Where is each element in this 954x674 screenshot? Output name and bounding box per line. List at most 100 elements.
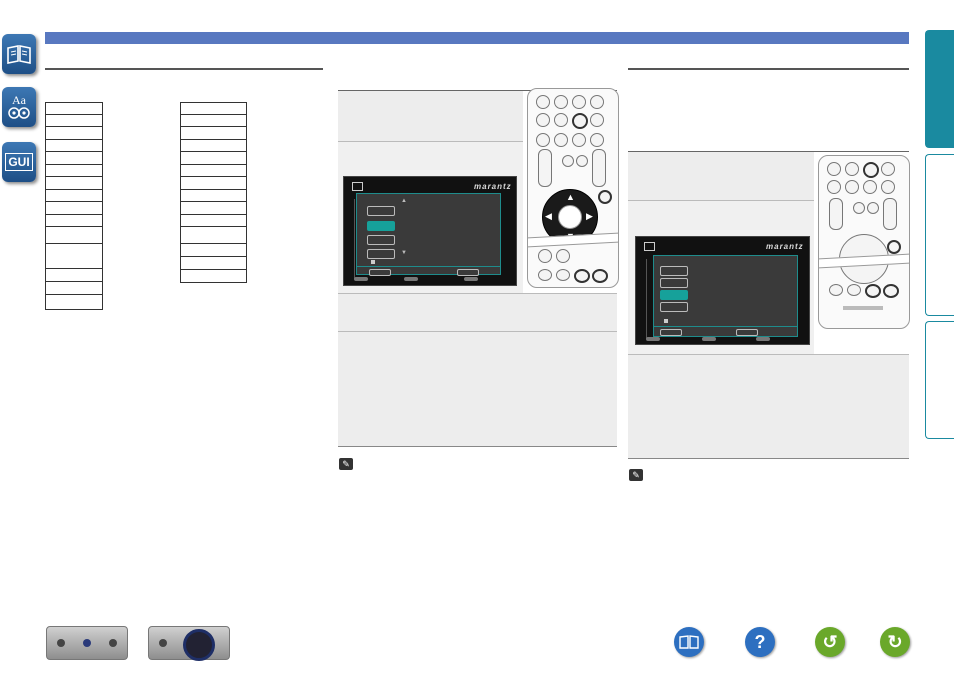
tv-screen-right: marantz <box>635 236 810 345</box>
remote-button[interactable] <box>538 249 552 263</box>
screen-footer-btn <box>404 277 418 281</box>
remote-button[interactable] <box>572 133 586 147</box>
step-3-right <box>628 354 909 459</box>
right-tab-active[interactable] <box>925 30 954 148</box>
table-b-cell <box>180 151 247 165</box>
remote-button[interactable] <box>867 202 879 214</box>
cursor-left-icon: ◀ <box>545 211 552 221</box>
dialog-ok-button[interactable] <box>369 269 391 276</box>
remote-button[interactable] <box>572 95 586 109</box>
search-info-button[interactable] <box>887 240 901 254</box>
remote-button[interactable] <box>536 133 550 147</box>
remote-button[interactable] <box>556 269 570 281</box>
step-4 <box>338 331 617 447</box>
forward-glyph: ↻ <box>887 631 903 652</box>
tuner-button[interactable] <box>863 162 879 178</box>
dialog-option[interactable] <box>660 266 688 276</box>
table-a-cell <box>45 268 103 282</box>
remote-button[interactable] <box>562 155 574 167</box>
dialog-divider <box>654 326 797 327</box>
search-info-button[interactable] <box>598 190 612 204</box>
screen-icon <box>352 182 363 191</box>
right-tab-2[interactable] <box>925 154 954 316</box>
remote-button[interactable] <box>827 180 841 194</box>
dialog-cancel-button[interactable] <box>736 329 758 336</box>
remote-control-left: ▲ ▼ ◀ ▶ <box>527 88 619 288</box>
remote-button[interactable] <box>845 180 859 194</box>
dialog-cancel-button[interactable] <box>457 269 479 276</box>
remote-button[interactable] <box>554 95 568 109</box>
remote-button[interactable] <box>845 162 859 176</box>
dialog-option[interactable] <box>660 278 688 288</box>
remote-button[interactable] <box>554 113 568 127</box>
preset-up-button[interactable] <box>592 269 608 283</box>
volume-rocker[interactable] <box>829 198 843 230</box>
dialog-option[interactable] <box>660 302 688 312</box>
table-b-cell <box>180 201 247 215</box>
dialog-mark <box>371 260 375 264</box>
tuner-button[interactable] <box>572 113 588 129</box>
note-icon: ✎ <box>339 458 353 470</box>
back-icon[interactable]: ↺ <box>815 627 845 657</box>
table-a-cell <box>45 176 103 190</box>
gear-pair-glyph <box>8 107 30 119</box>
header-bar <box>45 32 909 44</box>
product-image-zoom[interactable] <box>148 626 230 661</box>
gui-icon-label: GUI <box>5 153 33 171</box>
remote-cut <box>528 232 618 248</box>
dialog-option[interactable] <box>367 249 395 259</box>
product-image-front[interactable] <box>46 626 128 660</box>
screen-footer-btn <box>756 337 770 341</box>
remote-button[interactable] <box>881 180 895 194</box>
channel-rocker[interactable] <box>592 149 606 187</box>
dialog-option[interactable] <box>367 235 395 245</box>
preset-down-button[interactable] <box>865 284 881 298</box>
channel-rocker[interactable] <box>883 198 897 230</box>
remote-button[interactable] <box>847 284 861 296</box>
dialog-divider <box>357 266 500 267</box>
forward-icon[interactable]: ↻ <box>880 627 910 657</box>
contents-book-icon[interactable] <box>2 34 36 74</box>
remote-button[interactable] <box>576 155 588 167</box>
screen-dialog <box>653 255 798 337</box>
remote-button[interactable] <box>827 162 841 176</box>
enter-button[interactable] <box>558 205 582 229</box>
preset-down-button[interactable] <box>574 269 590 283</box>
right-tab-3[interactable] <box>925 321 954 439</box>
screen-footer-btn <box>646 337 660 341</box>
table-b-cell <box>180 226 247 244</box>
remote-button[interactable] <box>536 113 550 127</box>
dialog-option[interactable] <box>367 206 395 216</box>
remote-button[interactable] <box>863 180 877 194</box>
dialog-ok-button[interactable] <box>660 329 682 336</box>
book-nav-icon[interactable] <box>674 627 704 657</box>
screen-footer-btn <box>464 277 478 281</box>
note-icon: ✎ <box>629 469 643 481</box>
index-terms-icon[interactable]: Aa <box>2 87 36 127</box>
preset-up-button[interactable] <box>883 284 899 298</box>
remote-button[interactable] <box>536 95 550 109</box>
table-b-cell <box>180 126 247 140</box>
volume-rocker[interactable] <box>538 149 552 187</box>
remote-button[interactable] <box>590 113 604 127</box>
cursor-up-icon: ▲ <box>566 192 575 202</box>
gui-icon[interactable]: GUI <box>2 142 36 182</box>
remote-button[interactable] <box>881 162 895 176</box>
help-icon[interactable]: ? <box>745 627 775 657</box>
remote-button[interactable] <box>829 284 843 296</box>
remote-button[interactable] <box>554 133 568 147</box>
step-3 <box>338 293 617 332</box>
remote-button[interactable] <box>538 269 552 281</box>
table-a-cell <box>45 151 103 165</box>
dialog-option-selected[interactable] <box>660 290 688 300</box>
product-knob <box>57 639 65 647</box>
remote-button[interactable] <box>590 95 604 109</box>
table-a-cell <box>45 126 103 140</box>
table-b-cell <box>180 256 247 270</box>
remote-button[interactable] <box>590 133 604 147</box>
step-1 <box>338 91 523 141</box>
table-a-cell <box>45 201 103 215</box>
dialog-option-selected[interactable] <box>367 221 395 231</box>
remote-button[interactable] <box>556 249 570 263</box>
remote-button[interactable] <box>853 202 865 214</box>
